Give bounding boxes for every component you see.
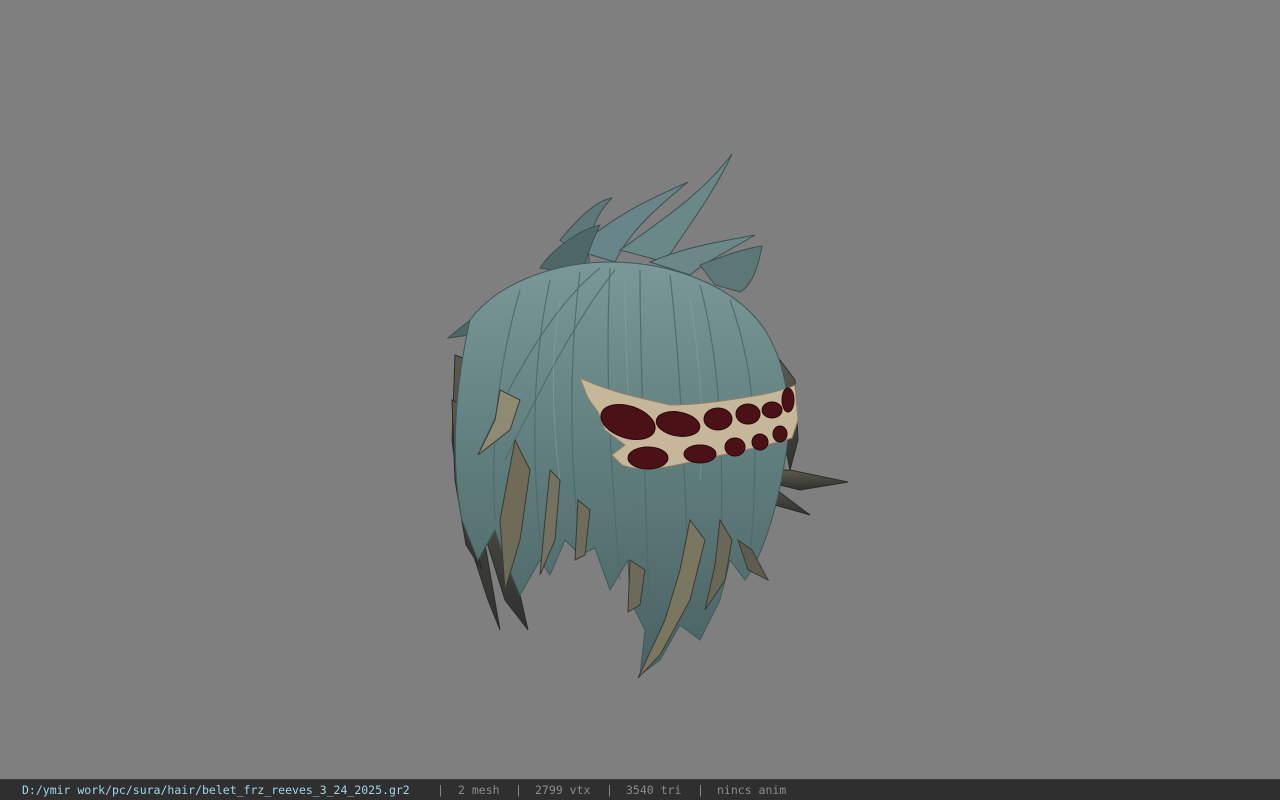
3d-viewport[interactable] bbox=[0, 0, 1280, 779]
status-separator: | bbox=[606, 783, 613, 797]
mesh-count: 2 mesh bbox=[458, 783, 500, 797]
hair-model[interactable] bbox=[0, 0, 1280, 779]
status-bar: D:/ymir work/pc/sura/hair/belet_frz_reev… bbox=[0, 779, 1280, 800]
status-separator: | bbox=[515, 783, 522, 797]
status-separator: | bbox=[437, 783, 444, 797]
status-separator: | bbox=[697, 783, 704, 797]
hair-mass bbox=[454, 261, 789, 677]
animation-status: nincs anim bbox=[717, 783, 787, 797]
triangle-count: 3540 tri bbox=[626, 783, 682, 797]
vertex-count: 2799 vtx bbox=[535, 783, 591, 797]
file-path: D:/ymir work/pc/sura/hair/belet_frz_reev… bbox=[22, 783, 410, 797]
